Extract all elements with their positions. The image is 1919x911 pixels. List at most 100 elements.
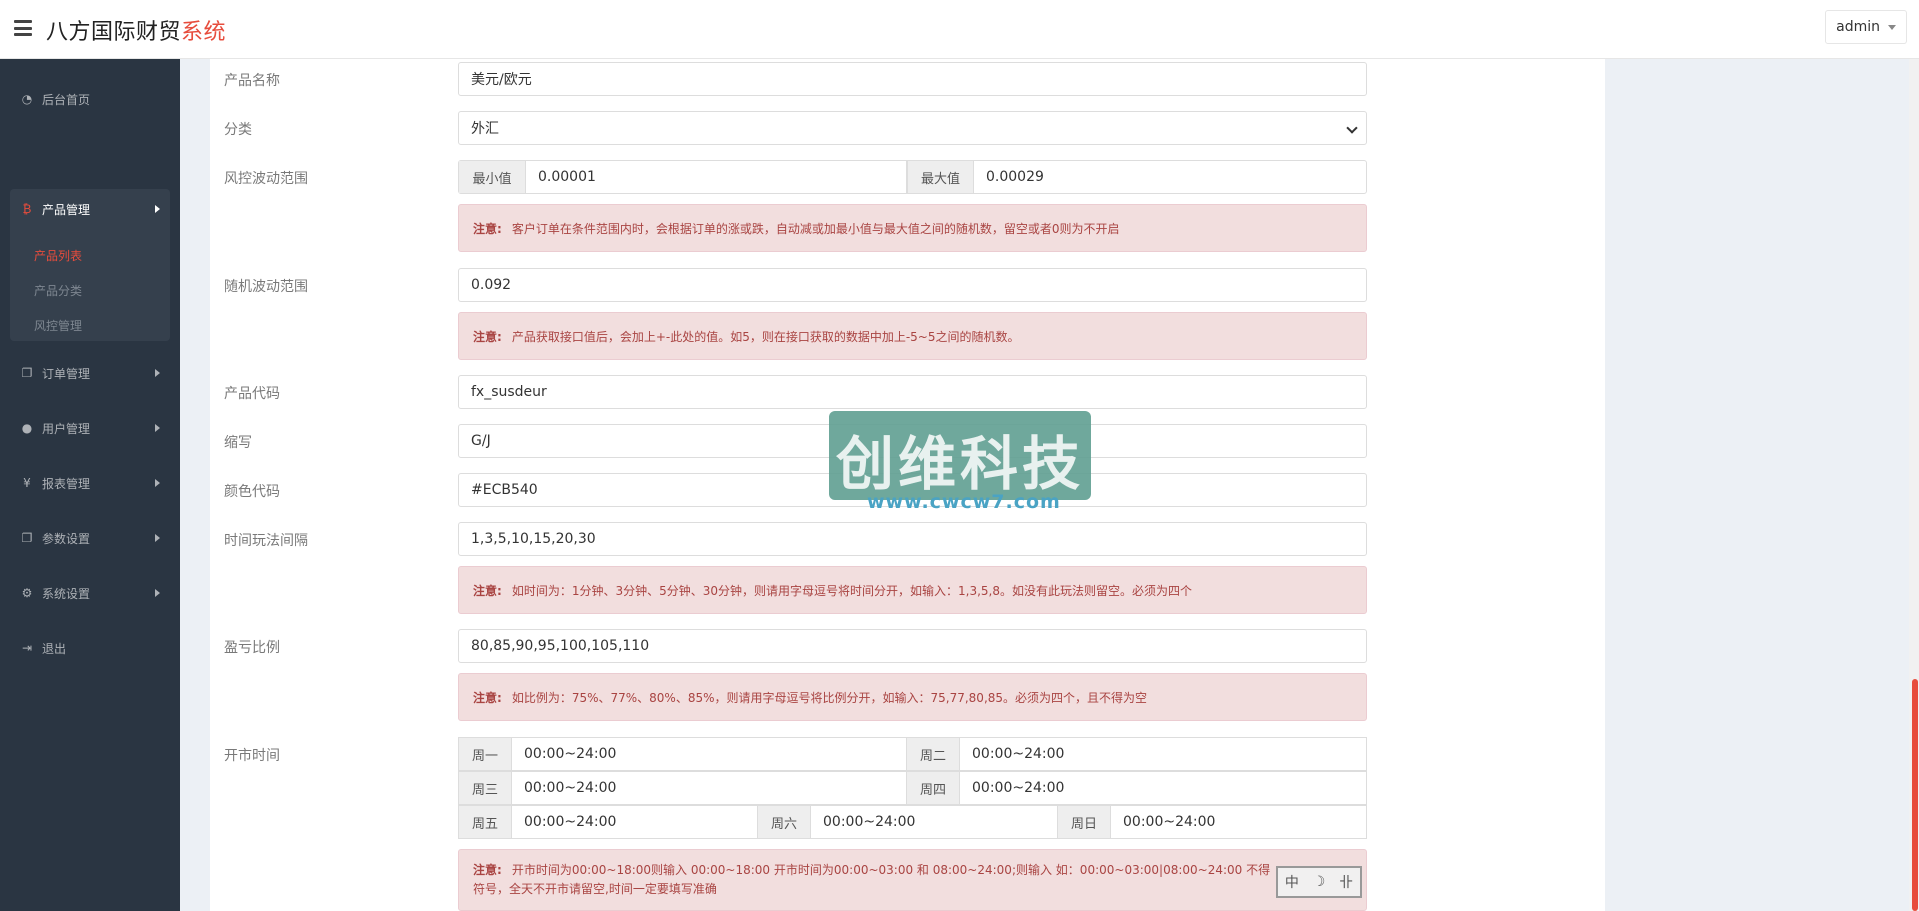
- label-profit-ratio: 盈亏比例: [224, 640, 280, 656]
- label-product-name: 产品名称: [224, 73, 280, 89]
- label-abbr: 缩写: [224, 435, 252, 451]
- ime-toolbar[interactable]: 中 ☽ 卝: [1276, 866, 1362, 898]
- top-header: 八方国际财贸系统 admin: [0, 0, 1919, 59]
- gears-icon: ⚙: [21, 586, 33, 600]
- ime-width-icon[interactable]: 卝: [1339, 872, 1353, 892]
- sunday-addon: 周日: [1058, 806, 1111, 838]
- saturday-addon: 周六: [758, 806, 811, 838]
- profit-ratio-value: 80,85,90,95,100,105,110: [471, 638, 650, 654]
- saturday-value: 00:00~24:00: [823, 814, 916, 830]
- risk-max-value: 0.00029: [986, 169, 1044, 185]
- dashboard-icon: ◔: [21, 92, 33, 106]
- sidebar-item-logout[interactable]: ⇥ 退出: [0, 628, 180, 668]
- sidebar-item-label: 退出: [42, 641, 67, 656]
- risk-min-group[interactable]: 最小值 0.00001: [458, 160, 907, 194]
- sidebar-item-home[interactable]: ◔ 后台首页: [0, 79, 180, 119]
- tuesday-addon: 周二: [907, 738, 960, 770]
- label-color-code: 颜色代码: [224, 484, 280, 500]
- label-category: 分类: [224, 122, 252, 138]
- scrollbar-thumb[interactable]: [1912, 679, 1918, 911]
- chevron-right-icon: [155, 479, 160, 487]
- user-dropdown[interactable]: admin: [1825, 10, 1907, 44]
- page-scrollbar[interactable]: [1909, 59, 1919, 911]
- wednesday-value: 00:00~24:00: [524, 780, 617, 796]
- chevron-right-icon: [155, 589, 160, 597]
- monday-value: 00:00~24:00: [524, 746, 617, 762]
- random-note-alert: 注意: 产品获取接口值后，会加上+-此处的值。如5，则在接口获取的数据中加上-5~…: [458, 312, 1367, 360]
- monday-addon: 周一: [459, 738, 512, 770]
- sidebar-item-label: 后台首页: [42, 92, 91, 107]
- risk-max-group[interactable]: 最大值 0.00029: [906, 160, 1367, 194]
- watermark-text: 创维科技: [835, 430, 1084, 498]
- brand-title: 八方国际财贸系统: [46, 14, 226, 46]
- ime-moon-icon[interactable]: ☽: [1313, 874, 1326, 890]
- sidebar-item-label: 参数设置: [42, 531, 91, 546]
- chevron-down-icon: [1346, 122, 1358, 134]
- alert-prefix: 注意:: [473, 863, 502, 877]
- label-product-code: 产品代码: [224, 386, 280, 402]
- category-value: 外汇: [471, 121, 499, 137]
- ratio-note-alert: 注意: 如比例为：75%、77%、80%、85%，则请用字母逗号将比例分开，如输入…: [458, 673, 1367, 721]
- sidebar-item-label: 订单管理: [42, 366, 91, 381]
- label-random-range: 随机波动范围: [224, 279, 308, 295]
- tuesday-value: 00:00~24:00: [972, 746, 1065, 762]
- bitcoin-icon: ₿: [22, 202, 32, 216]
- risk-note-alert: 注意: 客户订单在条件范围内时，会根据订单的涨或跌，自动减或加最小值与最大值之间的…: [458, 204, 1367, 252]
- time-interval-input[interactable]: 1,3,5,10,15,20,30: [458, 522, 1367, 556]
- alert-prefix: 注意:: [473, 221, 502, 236]
- risk-max-addon: 最大值: [907, 161, 974, 193]
- label-market-time: 开市时间: [224, 748, 280, 764]
- sidebar-item-label: 系统设置: [42, 586, 91, 601]
- sidebar: ◔ 后台首页 ₿ 产品管理 产品列表 产品分类 风控管理 ❐ 订单管理 ● 用户…: [0, 59, 180, 911]
- alert-prefix: 注意:: [473, 690, 502, 705]
- thursday-addon: 周四: [907, 772, 960, 804]
- market-note-alert: 注意: 开市时间为00:00~18:00则输入 00:00~18:00 开市时间为…: [458, 849, 1367, 911]
- thursday-value: 00:00~24:00: [972, 780, 1065, 796]
- alert-text: 如时间为：1分钟、3分钟、5分钟、30分钟，则请用字母逗号将时间分开，如输入：1…: [511, 583, 1192, 598]
- category-select[interactable]: 外汇: [458, 111, 1367, 145]
- sunday-group[interactable]: 周日 00:00~24:00: [1057, 805, 1367, 839]
- ime-chinese-icon[interactable]: 中: [1285, 872, 1299, 892]
- sidebar-sub-risk-mgmt[interactable]: 风控管理: [34, 317, 82, 334]
- sidebar-item-product-mgmt[interactable]: ₿ 产品管理: [10, 189, 170, 229]
- brand-accent: 系统: [181, 20, 227, 45]
- wednesday-addon: 周三: [459, 772, 512, 804]
- product-code-input[interactable]: fx_susdeur: [458, 375, 1367, 409]
- alert-text: 开市时间为00:00~18:00则输入 00:00~18:00 开市时间为00:…: [511, 863, 1271, 877]
- sidebar-sub-product-category[interactable]: 产品分类: [34, 282, 82, 299]
- random-range-value: 0.092: [471, 277, 512, 293]
- wednesday-group[interactable]: 周三 00:00~24:00: [458, 771, 907, 805]
- risk-min-value: 0.00001: [538, 169, 596, 185]
- friday-addon: 周五: [459, 806, 512, 838]
- alert-text: 如比例为：75%、77%、80%、85%，则请用字母逗号将比例分开，如输入：75…: [511, 690, 1148, 705]
- sidebar-item-orders[interactable]: ❐ 订单管理: [0, 353, 180, 393]
- alert-line-2: 符号，全天不开市请留空,时间一定要填写准确: [473, 882, 717, 896]
- alert-line-1: 注意: 开市时间为00:00~18:00则输入 00:00~18:00 开市时间为…: [473, 861, 1270, 880]
- menu-toggle-icon[interactable]: [14, 20, 32, 36]
- thursday-group[interactable]: 周四 00:00~24:00: [906, 771, 1367, 805]
- chevron-right-icon: [155, 534, 160, 542]
- sidebar-group-product: ₿ 产品管理 产品列表 产品分类 风控管理: [10, 189, 170, 341]
- monday-group[interactable]: 周一 00:00~24:00: [458, 737, 907, 771]
- sidebar-item-params[interactable]: ❐ 参数设置: [0, 518, 180, 558]
- random-range-input[interactable]: 0.092: [458, 268, 1367, 302]
- product-name-input[interactable]: 美元/欧元: [458, 62, 1367, 96]
- sidebar-sub-product-list[interactable]: 产品列表: [34, 247, 82, 264]
- interval-note-alert: 注意: 如时间为：1分钟、3分钟、5分钟、30分钟，则请用字母逗号将时间分开，如输…: [458, 566, 1367, 614]
- alert-prefix: 注意:: [473, 329, 502, 344]
- sunday-value: 00:00~24:00: [1123, 814, 1216, 830]
- tuesday-group[interactable]: 周二 00:00~24:00: [906, 737, 1367, 771]
- profit-ratio-input[interactable]: 80,85,90,95,100,105,110: [458, 629, 1367, 663]
- saturday-group[interactable]: 周六 00:00~24:00: [757, 805, 1058, 839]
- alert-text: 产品获取接口值后，会加上+-此处的值。如5，则在接口获取的数据中加上-5~5之间…: [511, 329, 1020, 344]
- sidebar-item-users[interactable]: ● 用户管理: [0, 408, 180, 448]
- yen-icon: ¥: [23, 476, 31, 490]
- friday-group[interactable]: 周五 00:00~24:00: [458, 805, 758, 839]
- friday-value: 00:00~24:00: [524, 814, 617, 830]
- sidebar-item-system[interactable]: ⚙ 系统设置: [0, 573, 180, 613]
- alert-text: 客户订单在条件范围内时，会根据订单的涨或跌，自动减或加最小值与最大值之间的随机数…: [511, 221, 1120, 236]
- product-code-value: fx_susdeur: [471, 384, 547, 400]
- sidebar-item-label: 报表管理: [42, 476, 91, 491]
- chevron-right-icon: [155, 205, 160, 213]
- sidebar-item-reports[interactable]: ¥ 报表管理: [0, 463, 180, 503]
